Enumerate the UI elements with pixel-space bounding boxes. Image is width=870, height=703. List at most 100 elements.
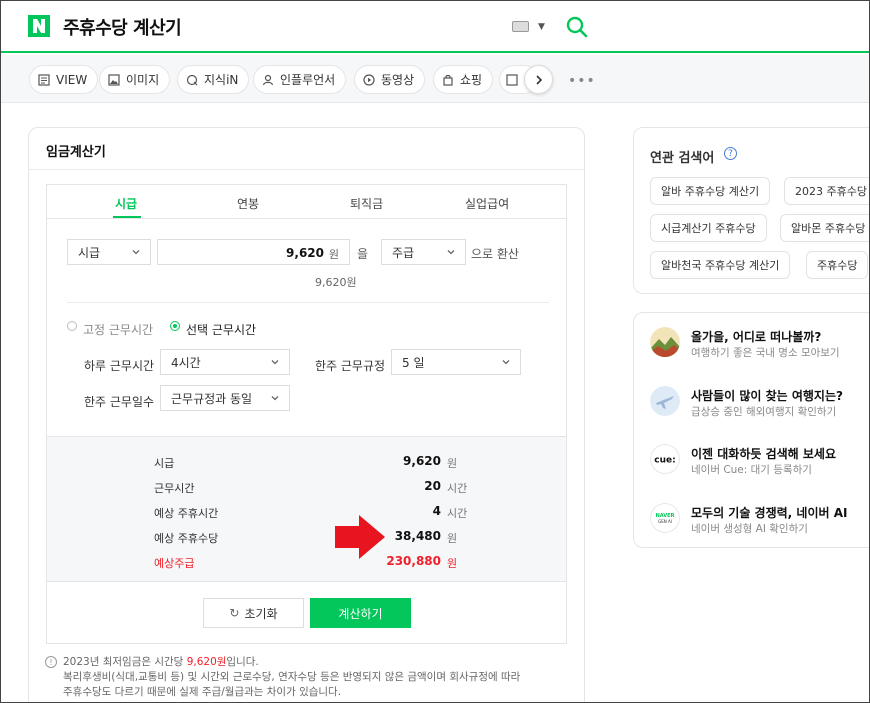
radio-fixed-hours[interactable] [67,321,77,331]
chevron-down-icon [271,360,279,365]
card-title: 임금계산기 [46,145,106,160]
amount-value: 9,620 [286,246,324,260]
tab-label: 지식iN [204,73,239,87]
search-tabs: VIEW 이미지 지식iN 인플루언서 동영상 쇼핑 ••• [1,55,869,103]
result-label-weekly: 예상주급 [154,557,195,570]
promo-sub: 여행하기 좋은 국내 명소 모아보기 [691,347,840,359]
result-value-weekly: 230,880 [386,554,441,568]
promo-title: 이젠 대화하듯 검색해 보세요 [691,447,837,461]
amount-readout: 9,620원 [315,276,357,289]
convert-to-select[interactable]: 주급 [381,239,466,265]
divider [29,169,584,170]
reset-button[interactable]: ↻ 초기화 [203,598,304,628]
result-value: 4 [432,504,441,518]
calculator-tabs: 시급 연봉 퇴직금 실업급여 [47,185,566,219]
daily-hours-label: 하루 근무시간 [84,359,155,373]
naver-genai-logo-icon: NAVER GEN AI [650,503,680,533]
notice-suffix: 입니다. [226,656,259,668]
person-icon [262,74,274,85]
reset-label: 초기화 [244,606,278,621]
naver-logo-icon[interactable] [28,15,50,37]
weekly-rule-label: 한주 근무규정 [315,359,386,373]
weekly-rule-select[interactable]: 5 일 [391,349,521,375]
result-unit: 원 [447,457,458,470]
tab-hourly[interactable]: 시급 [115,195,137,212]
select-value: 근무규정과 동일 [171,391,253,406]
related-keyword[interactable]: 알바몬 주휴수당 [780,214,869,242]
related-keyword[interactable]: 시급계산기 주휴수당 [650,214,767,242]
tab-annual[interactable]: 연봉 [237,195,259,212]
related-keyword[interactable]: 2023 주휴수당 [784,177,869,205]
info-icon: ! [45,656,57,668]
tab-label: VIEW [56,72,88,87]
tab-video[interactable]: 동영상 [354,65,426,94]
play-icon [363,73,375,86]
divider [67,302,549,303]
weekly-days-label: 한주 근무일수 [84,395,155,409]
promo-title: 사람들이 많이 찾는 여행지는? [691,389,843,403]
promo-title: 올가을, 어디로 떠나볼까? [691,330,822,344]
q-icon [186,74,198,85]
keyboard-icon[interactable] [512,21,529,32]
active-tab-indicator [113,216,141,218]
refresh-icon: ↻ [229,606,240,620]
tab-image[interactable]: 이미지 [99,65,171,94]
related-keyword[interactable]: 주휴수당 [806,251,869,279]
tab-influencer[interactable]: 인플루언서 [253,65,347,94]
related-searches-card: 연관 검색어 ? 알바 주휴수당 계산기 2023 주휴수당 시급계산기 주휴수… [633,127,869,294]
calculate-button[interactable]: 계산하기 [310,598,411,628]
radio-select-hours[interactable] [170,321,180,331]
wage-type-select[interactable]: 시급 [67,239,151,265]
airplane-icon [650,386,680,416]
caret-down-icon[interactable]: ▼ [538,22,545,32]
calculate-label: 계산하기 [338,606,383,621]
tab-label: 인플루언서 [280,73,336,87]
related-keyword[interactable]: 알바천국 주휴수당 계산기 [650,251,791,279]
notice-prefix: 2023년 최저임금은 시간당 [63,656,187,668]
search-icon[interactable] [565,15,589,39]
wage-calculator-card: 임금계산기 시급 연봉 퇴직금 실업급여 시급 9,620 원 을 주급 으로 … [28,127,585,702]
tab-label: 이미지 [126,73,160,87]
result-value: 38,480 [394,529,441,543]
search-query-input[interactable]: 주휴수당 계산기 [63,14,182,40]
chevron-down-icon [271,396,279,401]
tab-unemployment[interactable]: 실업급여 [465,195,509,212]
amount-input[interactable]: 9,620 원 [157,239,350,265]
chevron-down-icon [447,250,455,255]
radio-label-fixed: 고정 근무시간 [83,323,154,337]
tab-severance[interactable]: 퇴직금 [350,195,383,212]
notice-line: 복리후생비(식대,교통비 등) 및 시간외 근로수당, 연자수당 등은 반영되지… [63,671,521,683]
calculator-body: 시급 연봉 퇴직금 실업급여 시급 9,620 원 을 주급 으로 환산 9,6… [46,184,567,644]
result-panel: 시급 9,620 원 근무시간 20 시간 예상 주휴시간 4 시간 예상 주휴… [47,436,566,582]
result-value: 9,620 [403,454,441,468]
radio-label-select: 선택 근무시간 [186,323,257,337]
more-options-icon[interactable]: ••• [568,73,596,89]
svg-text:GEN AI: GEN AI [658,519,672,524]
help-icon[interactable]: ? [724,147,737,160]
view-icon [38,73,50,86]
related-keyword[interactable]: 알바 주휴수당 계산기 [650,177,771,205]
related-title: 연관 검색어 [650,151,715,166]
result-unit: 원 [447,532,458,545]
select-value: 시급 [78,245,101,260]
notice-wage: 9,620원 [186,656,227,668]
tab-kin[interactable]: 지식iN [177,65,250,94]
promo-title: 모두의 기술 경쟁력, 네이버 AI [691,506,848,520]
tab-view[interactable]: VIEW [29,65,99,94]
result-label: 예상 주휴수당 [154,532,219,545]
cue-logo-icon: cue: [650,444,680,474]
weekly-days-select[interactable]: 근무규정과 동일 [160,385,290,411]
bag-icon [443,74,453,86]
promo-sub: 네이버 생성형 AI 확인하기 [691,523,808,535]
convert-suffix: 으로 환산 [471,247,519,261]
daily-hours-select[interactable]: 4시간 [160,349,290,375]
red-arrow-icon [335,515,385,559]
cue-logo-text: cue: [654,456,675,466]
tab-shopping[interactable]: 쇼핑 [433,65,494,94]
chevron-down-icon [502,360,510,365]
chevron-right-icon [535,74,542,85]
landscape-icon [650,327,680,357]
result-unit: 시간 [447,507,468,520]
select-value: 4시간 [171,355,201,370]
tabs-next-button[interactable] [524,65,553,94]
